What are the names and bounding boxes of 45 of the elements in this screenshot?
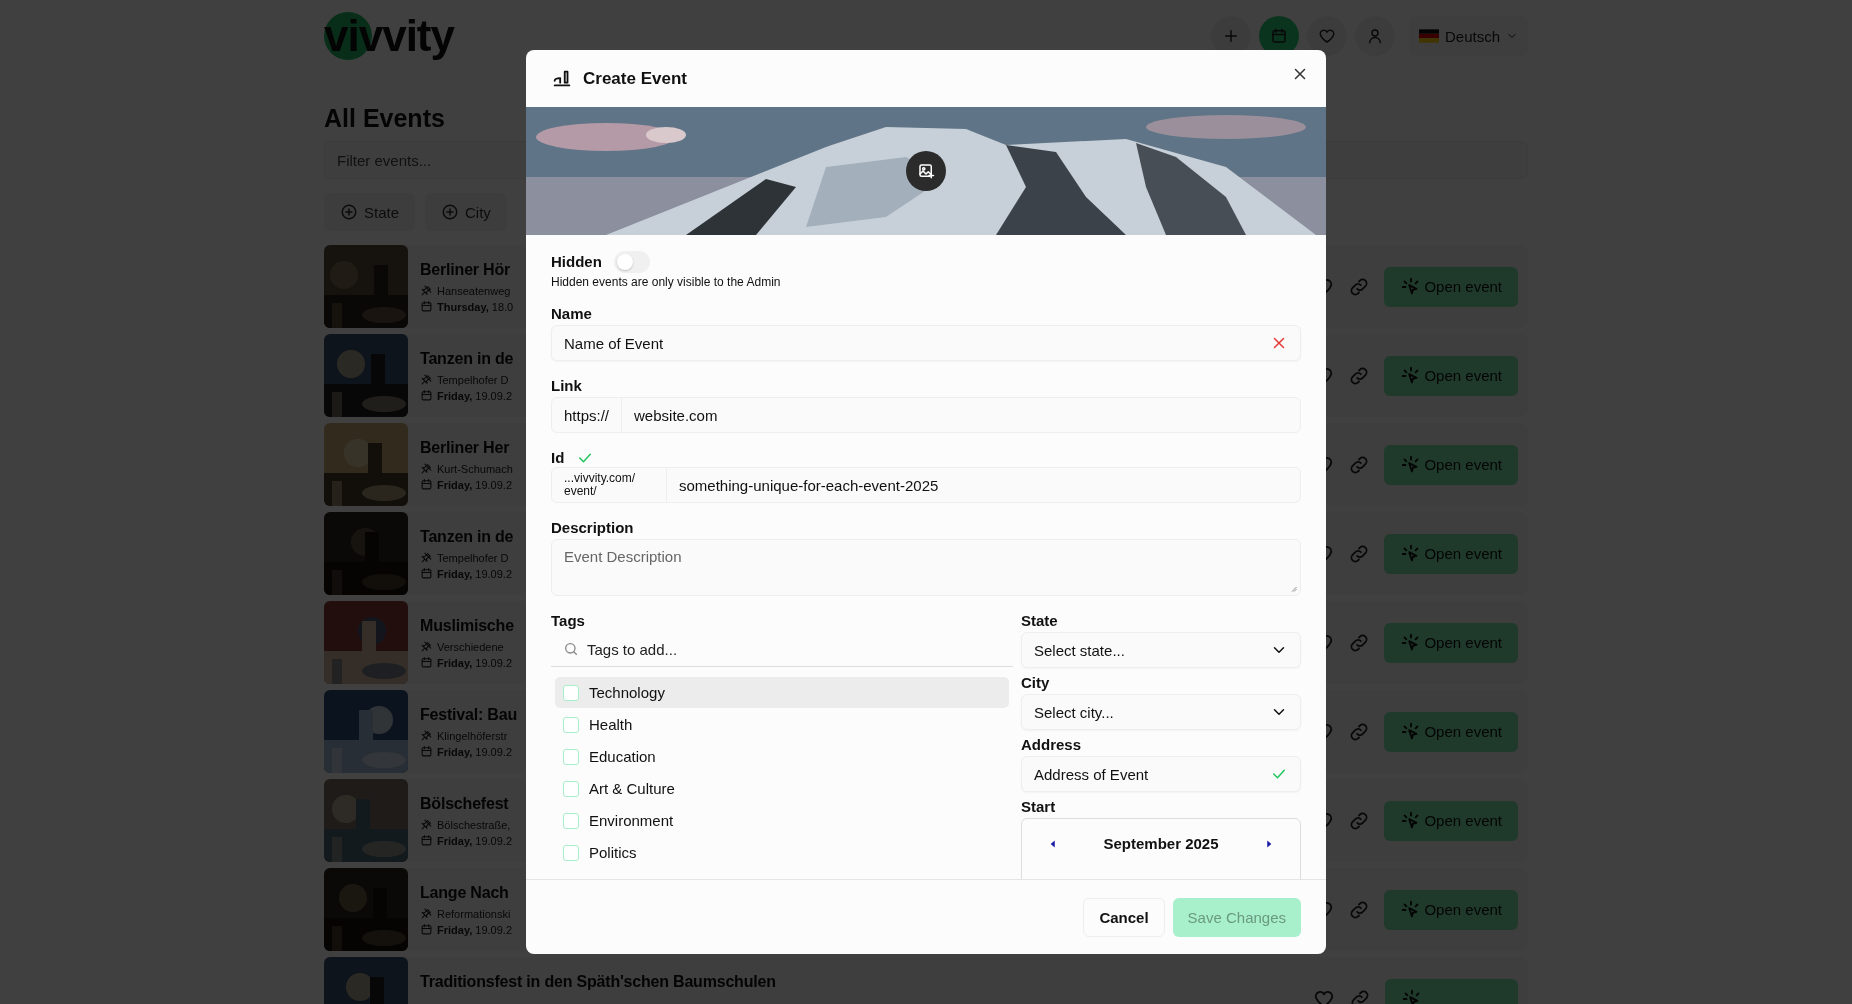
checkbox[interactable] (563, 844, 579, 861)
tags-search-field[interactable]: Tags to add... (551, 632, 1013, 667)
event-title: Bölschefest (420, 795, 509, 813)
field-label: Hidden (551, 253, 602, 271)
field-label: Start (1021, 798, 1057, 816)
search-icon (563, 641, 579, 657)
tag-option[interactable]: Environment (555, 805, 1009, 836)
city-select[interactable]: Select city... (1021, 694, 1301, 730)
field-label: Description (551, 519, 635, 537)
image-add-icon (917, 162, 935, 180)
field-label: City (1021, 674, 1051, 692)
event-title: Tanzen in de (420, 528, 514, 546)
description-field[interactable]: Event Description (551, 539, 1301, 596)
tag-option[interactable]: Politics (555, 837, 1009, 868)
name-field[interactable]: Name of Event (551, 325, 1301, 361)
checkbox[interactable] (563, 748, 579, 765)
field-label: Link (551, 377, 583, 395)
event-title: Tanzen in de (420, 350, 514, 368)
event-title: Berliner Hör (420, 261, 511, 279)
checkbox[interactable] (563, 716, 579, 733)
tag-option[interactable]: Technology (555, 677, 1009, 708)
field-label: Name (551, 305, 593, 323)
state-select[interactable]: Select state... (1021, 632, 1301, 668)
checkbox[interactable] (563, 812, 579, 829)
field-label: Id (551, 449, 565, 467)
tag-option[interactable]: Art & Culture (555, 773, 1009, 804)
address-field[interactable]: Address of Event (1021, 756, 1301, 792)
cancel-button[interactable]: Cancel (1083, 897, 1165, 937)
event-title: Lange Nach (420, 884, 509, 902)
hint-text: Hidden events are only visible to the Admin (551, 275, 782, 289)
month-title: September 2025 (1103, 835, 1219, 852)
event-title: Berliner Her (420, 439, 510, 457)
field-label: Tags (551, 612, 586, 630)
checkbox[interactable] (563, 684, 579, 701)
event-title: Traditionsfest in den Späth'schen Baumschulen (420, 973, 776, 991)
checkbox[interactable] (563, 780, 579, 797)
field-label: State (1021, 612, 1059, 630)
tag-option[interactable]: Health (555, 709, 1009, 740)
dialog-title: Create Event (583, 68, 687, 89)
event-title: Festival: Bau (420, 706, 517, 724)
page-title: All Events (324, 104, 446, 133)
tag-option[interactable]: Education (555, 741, 1009, 772)
field-label: Address (1021, 736, 1083, 754)
toggle-switch[interactable] (613, 251, 650, 273)
event-title: Muslimische (420, 617, 514, 635)
